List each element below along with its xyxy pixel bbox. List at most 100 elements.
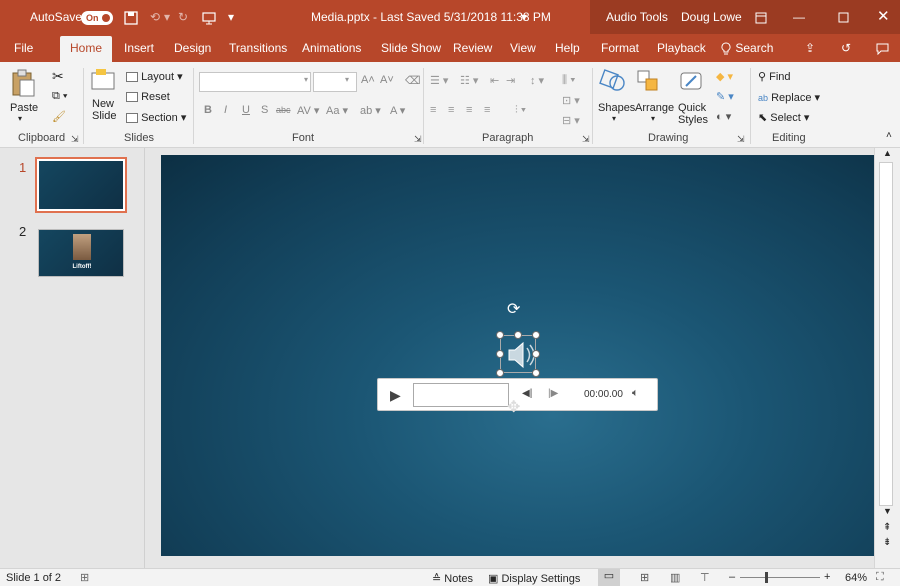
share-icon[interactable]: ⇪ bbox=[805, 34, 815, 62]
paste-button[interactable]: Paste ▾ bbox=[10, 68, 38, 123]
next-slide-icon[interactable]: ⇟ bbox=[883, 537, 891, 548]
start-from-beginning-icon[interactable] bbox=[202, 0, 216, 34]
resize-handle-e[interactable] bbox=[532, 350, 540, 358]
strikethrough-button[interactable]: abc bbox=[276, 105, 291, 115]
quick-styles-button[interactable]: Quick Styles bbox=[678, 68, 708, 126]
tab-animations[interactable]: Animations bbox=[302, 34, 361, 62]
search-box[interactable]: Search bbox=[720, 34, 773, 62]
volume-icon[interactable]: 🔈︎ bbox=[632, 387, 639, 400]
slide-show-icon[interactable]: ⊤ bbox=[700, 571, 710, 584]
zoom-slider-thumb[interactable] bbox=[765, 572, 768, 583]
new-slide-button[interactable]: New Slide bbox=[90, 68, 116, 122]
autosave-toggle[interactable]: On bbox=[81, 11, 113, 25]
bold-button[interactable]: B bbox=[204, 104, 212, 116]
align-text-icon[interactable]: ⊡ ▾ bbox=[562, 94, 580, 107]
underline-button[interactable]: U bbox=[242, 104, 250, 116]
columns-icon[interactable]: ⫼ ▾ bbox=[562, 74, 575, 87]
notes-button[interactable]: ≙ Notes bbox=[432, 572, 473, 585]
tab-review[interactable]: Review bbox=[453, 34, 492, 62]
increase-indent-icon[interactable]: ⇥ bbox=[506, 74, 515, 87]
highlight-color-icon[interactable]: ab ▾ bbox=[360, 104, 381, 117]
display-settings-button[interactable]: ▣ Display Settings bbox=[488, 572, 580, 585]
scroll-up-icon[interactable]: ▲ bbox=[883, 148, 892, 158]
numbering-icon[interactable]: ☷ ▾ bbox=[460, 74, 478, 87]
rotate-handle-icon[interactable]: ⟳ bbox=[507, 299, 520, 319]
resize-handle-nw[interactable] bbox=[496, 331, 504, 339]
ribbon-display-options-icon[interactable] bbox=[755, 0, 767, 34]
history-icon[interactable]: ↺ bbox=[841, 34, 851, 62]
close-icon[interactable]: ✕ bbox=[877, 0, 890, 34]
scroll-thumb[interactable] bbox=[879, 162, 893, 506]
accessibility-icon[interactable]: ⊞ bbox=[80, 571, 89, 584]
copy-icon[interactable]: ⧉ ▾ bbox=[52, 90, 68, 103]
reset-button[interactable]: Reset bbox=[126, 91, 170, 103]
smartart-icon[interactable]: ⊟ ▾ bbox=[562, 114, 580, 127]
font-name-dropdown-icon[interactable]: ▾ bbox=[304, 75, 308, 84]
title-dropdown-icon[interactable]: ▾ bbox=[521, 0, 527, 34]
zoom-level[interactable]: 64% bbox=[845, 572, 867, 584]
grow-font-icon[interactable]: A˄ bbox=[361, 74, 375, 86]
fit-slide-icon[interactable]: ⛶ bbox=[876, 571, 884, 584]
shapes-button[interactable]: Shapes ▾ bbox=[598, 68, 635, 123]
justify-icon[interactable]: ≡ bbox=[484, 104, 490, 116]
thumbnail-slide-1[interactable] bbox=[35, 157, 127, 213]
tab-insert[interactable]: Insert bbox=[124, 34, 154, 62]
text-direction-icon[interactable]: ⫶ ▾ bbox=[515, 104, 526, 117]
tab-slide-show[interactable]: Slide Show bbox=[381, 34, 441, 62]
zoom-out-icon[interactable]: – bbox=[729, 571, 735, 583]
bullets-icon[interactable]: ☰ ▾ bbox=[430, 74, 448, 87]
tab-help[interactable]: Help bbox=[555, 34, 580, 62]
comments-icon[interactable] bbox=[876, 34, 889, 62]
resize-handle-sw[interactable] bbox=[496, 369, 504, 377]
italic-button[interactable]: I bbox=[224, 104, 227, 116]
zoom-slider[interactable] bbox=[740, 577, 820, 578]
clear-formatting-icon[interactable]: ⌫ bbox=[405, 74, 421, 87]
customize-toolbar-icon[interactable]: ▾ bbox=[228, 0, 234, 34]
tab-transitions[interactable]: Transitions bbox=[229, 34, 287, 62]
replace-button[interactable]: ab Replace ▾ bbox=[758, 91, 820, 104]
text-shadow-button[interactable]: S bbox=[261, 104, 268, 116]
tab-file[interactable]: File bbox=[14, 34, 33, 62]
find-button[interactable]: ⚲ Find bbox=[758, 70, 791, 83]
align-left-icon[interactable]: ≡ bbox=[430, 104, 436, 116]
zoom-in-icon[interactable]: + bbox=[824, 571, 830, 583]
tab-view[interactable]: View bbox=[510, 34, 536, 62]
audio-icon-selection[interactable] bbox=[500, 335, 536, 373]
font-launcher-icon[interactable]: ⇲ bbox=[414, 134, 422, 145]
maximize-icon[interactable] bbox=[838, 0, 849, 34]
cut-icon[interactable]: ✂ bbox=[52, 68, 64, 85]
shrink-font-icon[interactable]: A˅ bbox=[380, 74, 394, 86]
resize-handle-w[interactable] bbox=[496, 350, 504, 358]
drawing-launcher-icon[interactable]: ⇲ bbox=[737, 134, 745, 145]
font-name-input[interactable] bbox=[199, 72, 311, 92]
tab-format[interactable]: Format bbox=[601, 34, 639, 62]
save-icon[interactable] bbox=[124, 0, 138, 34]
shape-fill-icon[interactable]: ◆ ▾ bbox=[716, 70, 733, 83]
scroll-down-icon[interactable]: ▼ bbox=[883, 506, 892, 516]
align-right-icon[interactable]: ≡ bbox=[466, 104, 472, 116]
change-case-button[interactable]: Aa ▾ bbox=[326, 104, 348, 117]
minimize-icon[interactable]: — bbox=[793, 0, 805, 34]
tab-playback[interactable]: Playback bbox=[657, 34, 706, 62]
select-button[interactable]: ⬉ Select ▾ bbox=[758, 111, 809, 124]
slide-sorter-icon[interactable]: ⊞ bbox=[640, 571, 649, 584]
layout-button[interactable]: Layout ▾ bbox=[126, 70, 183, 83]
collapse-ribbon-icon[interactable]: ˄ bbox=[886, 130, 892, 141]
redo-icon[interactable]: ↻ bbox=[178, 0, 188, 34]
vertical-scrollbar[interactable]: ▲ ▼ ⇞ ⇟ bbox=[874, 148, 900, 568]
decrease-indent-icon[interactable]: ⇤ bbox=[490, 74, 499, 87]
thumbnail-slide-2[interactable]: Liftoff! bbox=[38, 229, 124, 277]
align-center-icon[interactable]: ≡ bbox=[448, 104, 454, 116]
shape-effects-icon[interactable]: ◐ ▾ bbox=[716, 110, 731, 123]
section-button[interactable]: Section ▾ bbox=[126, 111, 186, 124]
clipboard-launcher-icon[interactable]: ⇲ bbox=[71, 134, 79, 145]
resize-handle-se[interactable] bbox=[532, 369, 540, 377]
undo-dropdown-icon[interactable]: ▾ bbox=[164, 0, 170, 34]
skip-back-icon[interactable]: ◀| bbox=[522, 388, 532, 399]
arrange-button[interactable]: Arrange ▾ bbox=[635, 68, 674, 123]
undo-icon[interactable]: ⟲ bbox=[150, 0, 160, 34]
paragraph-launcher-icon[interactable]: ⇲ bbox=[582, 134, 590, 145]
skip-forward-icon[interactable]: |▶ bbox=[548, 388, 558, 399]
font-size-input[interactable] bbox=[313, 72, 357, 92]
tab-design[interactable]: Design bbox=[174, 34, 211, 62]
